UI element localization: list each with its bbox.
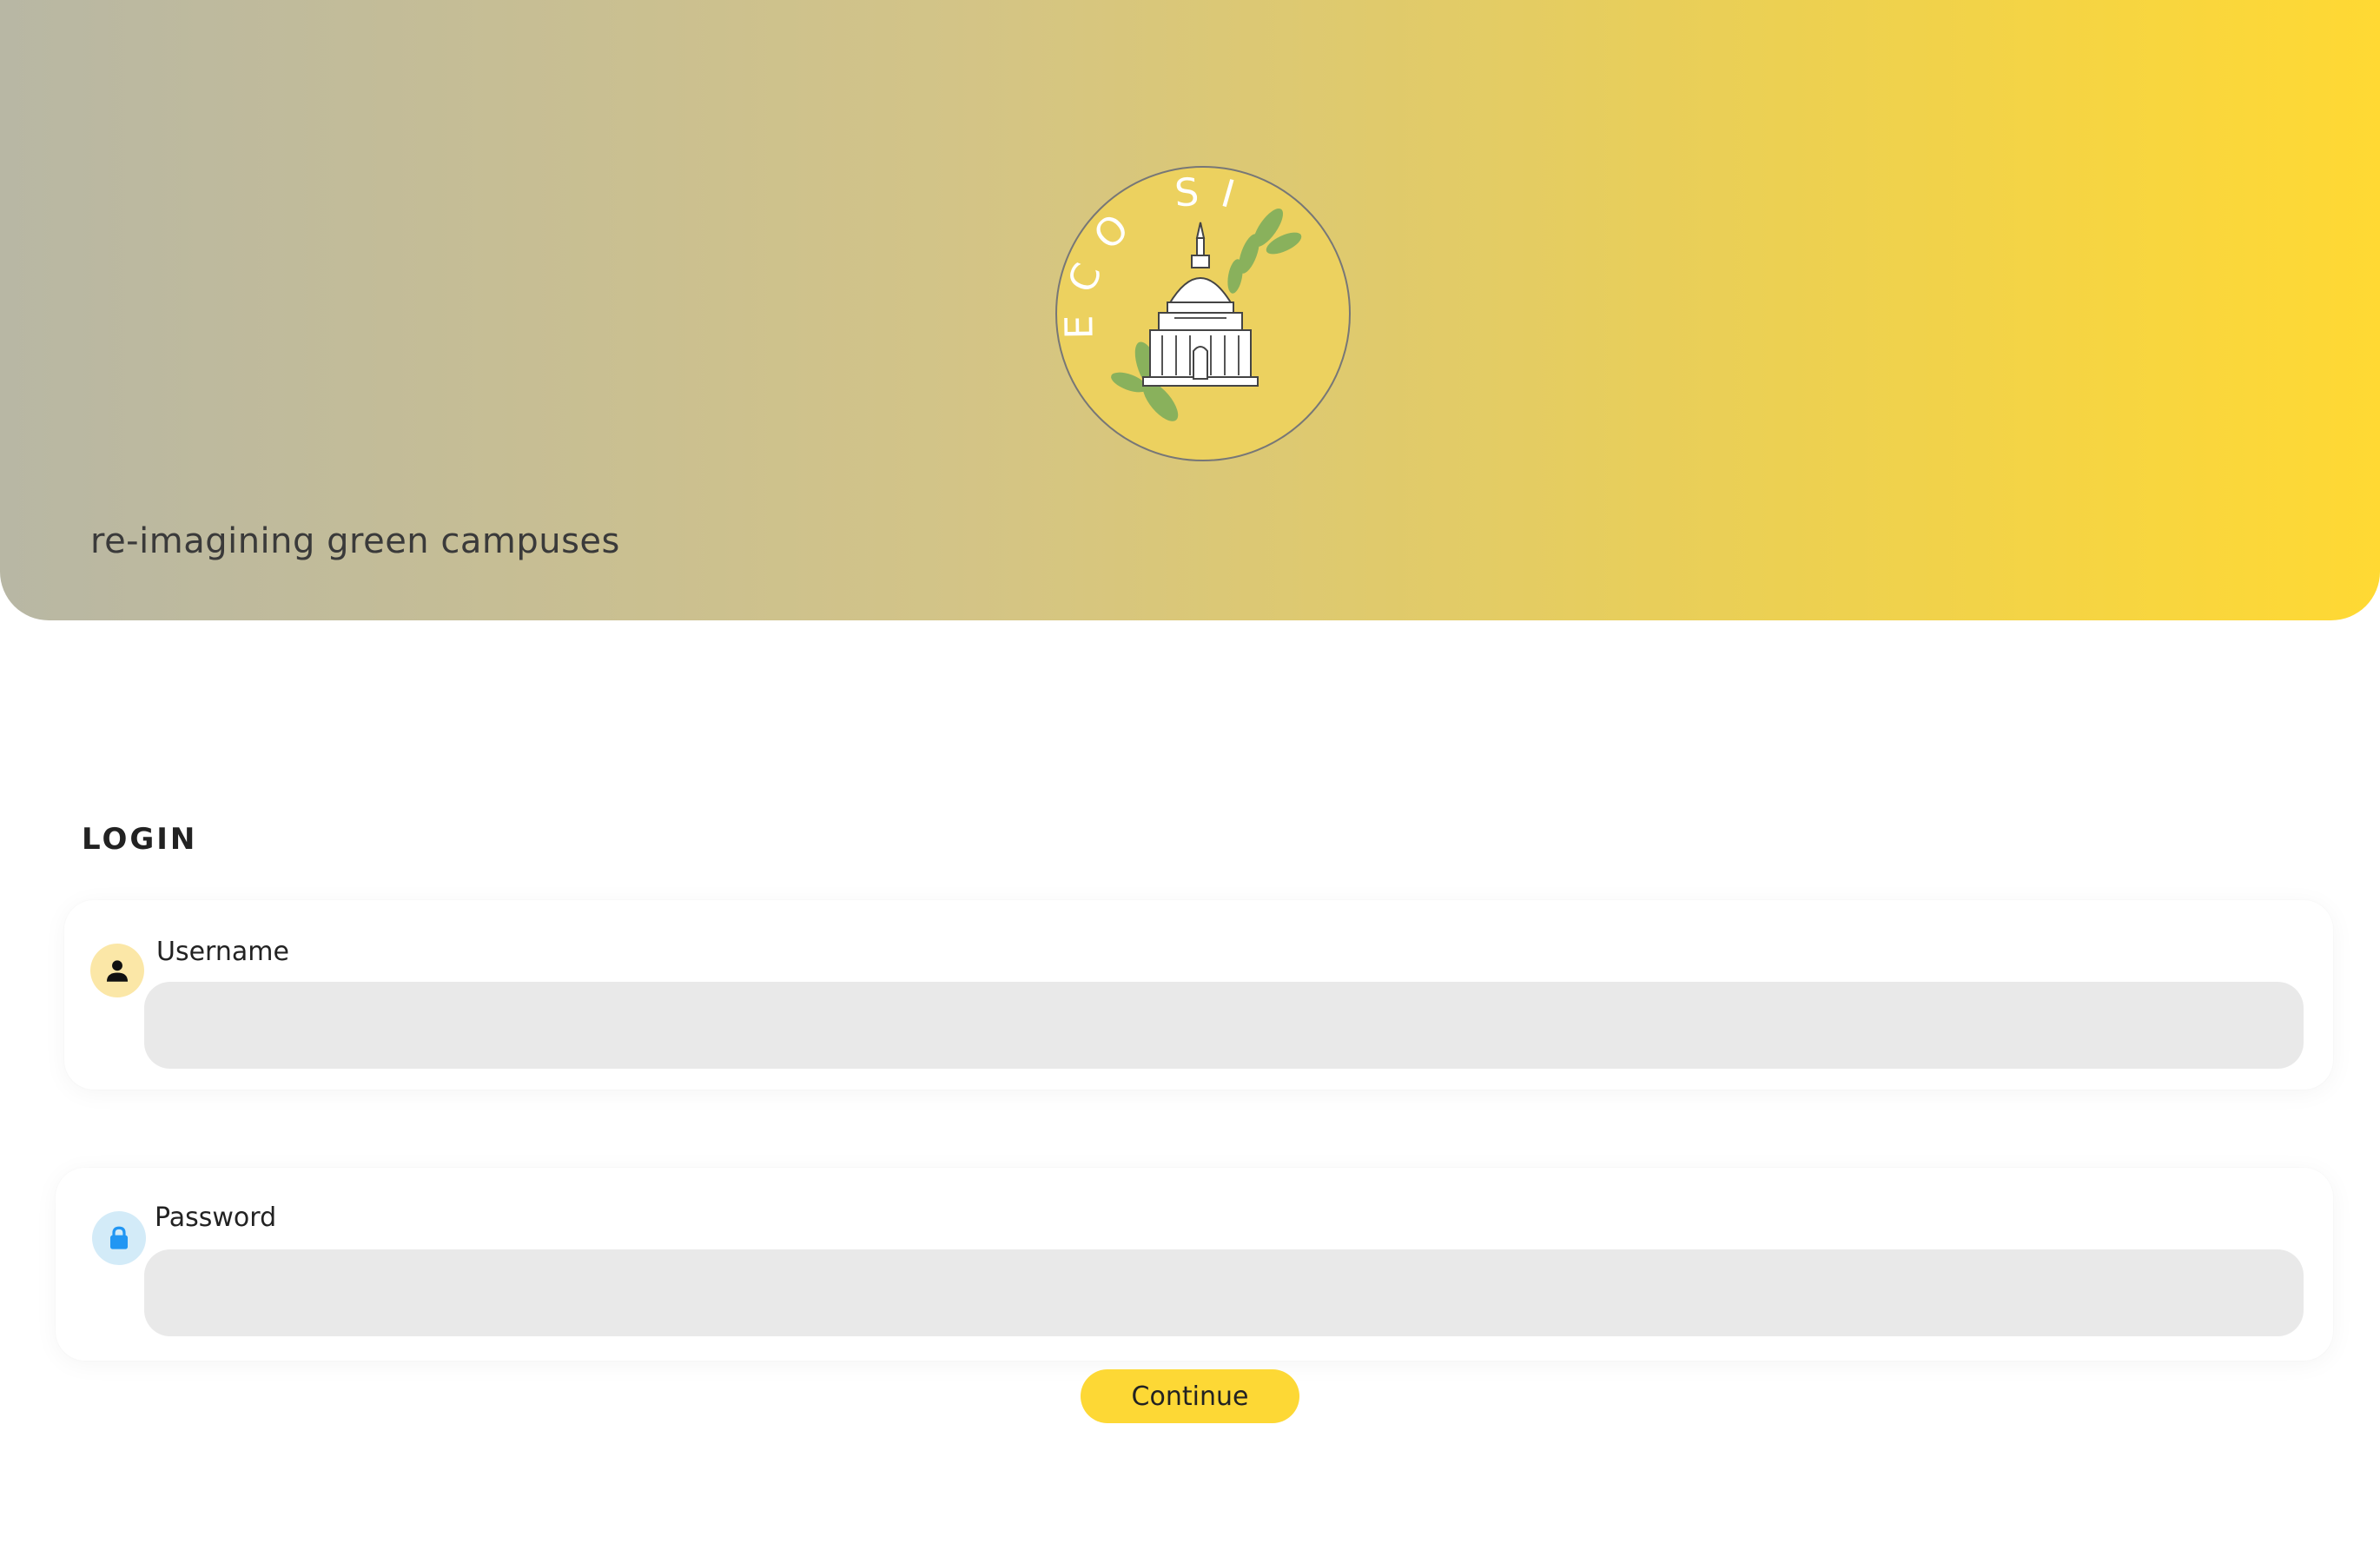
username-card: Username (64, 900, 2333, 1090)
lock-icon (92, 1211, 146, 1265)
password-card: Password (56, 1168, 2333, 1361)
username-input[interactable] (144, 982, 2304, 1069)
password-label: Password (155, 1203, 277, 1233)
continue-button[interactable]: Continue (1081, 1369, 1299, 1423)
password-input[interactable] (144, 1249, 2304, 1336)
username-label: Username (156, 937, 289, 967)
user-icon (90, 944, 144, 997)
eco-sist-logo: ECO SIST (1053, 165, 1353, 462)
hero-banner: ECO SIST (0, 0, 2380, 620)
login-title: LOGIN (82, 822, 198, 857)
tagline: re-imagining green campuses (90, 521, 620, 561)
